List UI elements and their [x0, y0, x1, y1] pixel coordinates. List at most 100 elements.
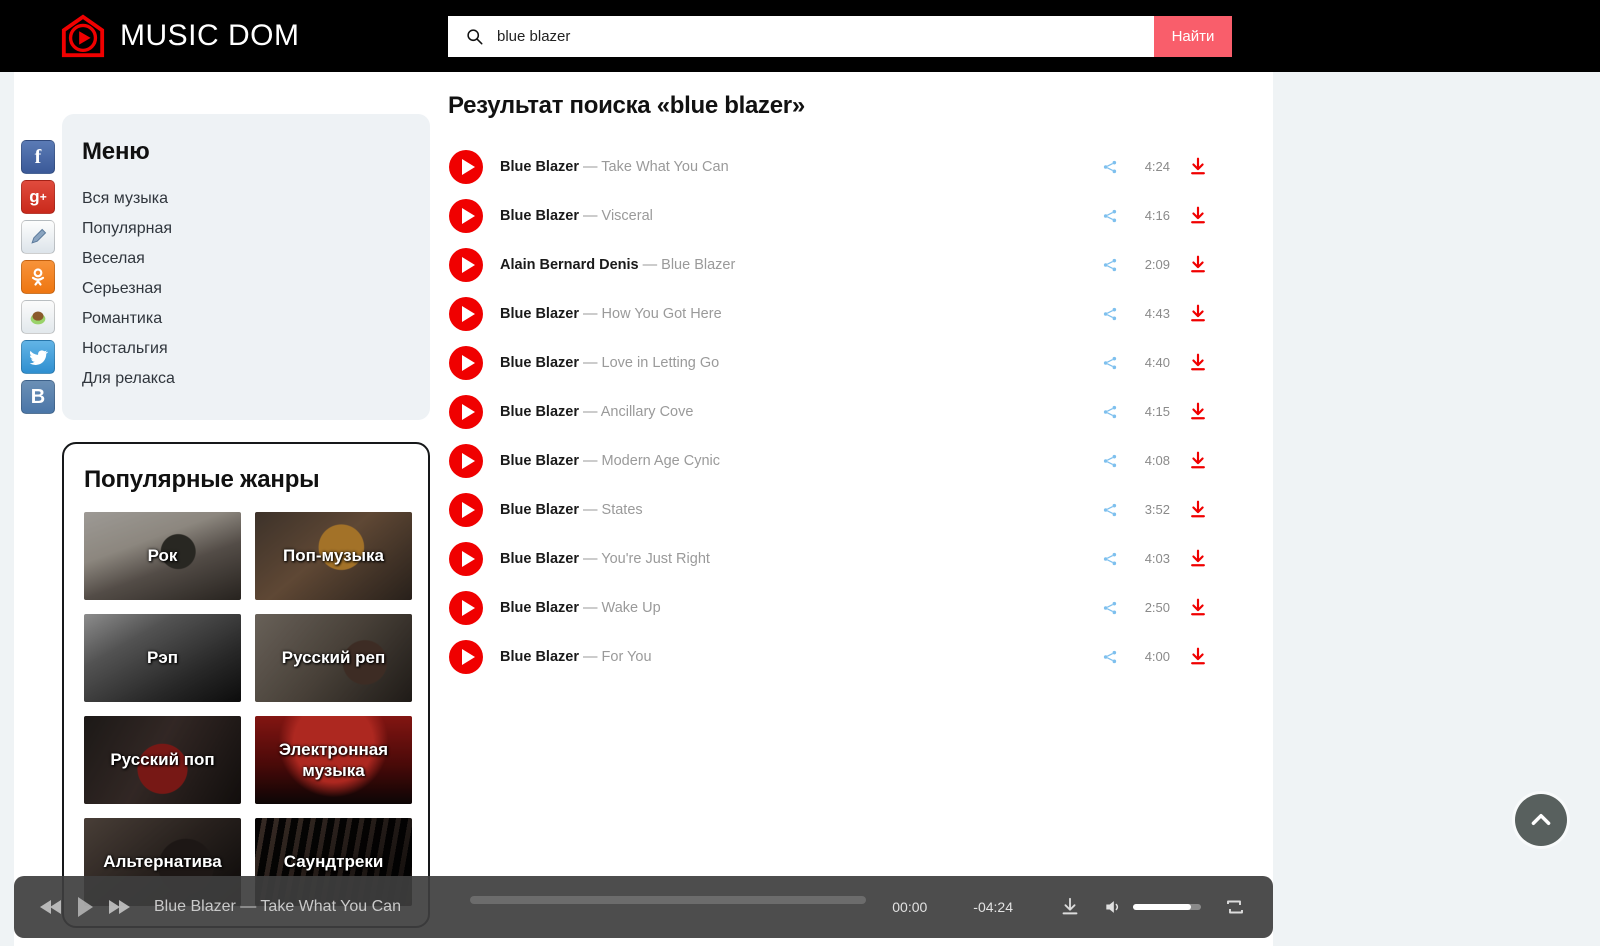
- sidebar-item-serious[interactable]: Серьезная: [62, 274, 430, 304]
- repeat-icon[interactable]: [1223, 895, 1247, 919]
- download-track-icon[interactable]: [1188, 254, 1208, 276]
- share-icon[interactable]: [1102, 649, 1118, 665]
- track-row[interactable]: Blue Blazer — States 3:52: [448, 485, 1208, 534]
- vkontakte-icon[interactable]: B: [21, 380, 55, 414]
- share-icon[interactable]: [1102, 208, 1118, 224]
- play-track-button[interactable]: [448, 639, 484, 675]
- player-right-controls: [1059, 895, 1247, 919]
- share-icon[interactable]: [1102, 600, 1118, 616]
- genre-tile-russian-rap[interactable]: Русский реп: [255, 614, 412, 702]
- social-share-rail: f g + B: [21, 140, 55, 414]
- sidebar-item-nostalgia[interactable]: Ностальгия: [62, 334, 430, 364]
- audio-player-bar: Blue Blazer — Take What You Can 00:00 -0…: [14, 876, 1273, 938]
- play-icon[interactable]: [74, 894, 96, 920]
- track-title: Blue Blazer — Wake Up: [500, 599, 661, 616]
- play-track-button[interactable]: [448, 443, 484, 479]
- share-icon[interactable]: [1102, 355, 1118, 371]
- genre-grid: Рок Поп-музыка Рэп Русский реп Русский п…: [64, 512, 428, 906]
- page-root: MUSIC DOM Найти f g+: [0, 0, 1600, 946]
- track-row[interactable]: Alain Bernard Denis — Blue Blazer 2:09: [448, 240, 1208, 289]
- share-icon[interactable]: [1102, 502, 1118, 518]
- previous-icon[interactable]: [38, 897, 64, 917]
- volume-icon[interactable]: [1103, 897, 1123, 917]
- share-icon[interactable]: [1102, 453, 1118, 469]
- sidebar-item-popular[interactable]: Популярная: [62, 214, 430, 244]
- track-row[interactable]: Blue Blazer — Wake Up 2:50: [448, 583, 1208, 632]
- search-icon: [467, 29, 483, 45]
- menu-title: Меню: [82, 138, 150, 165]
- sidebar-item-relax[interactable]: Для релакса: [62, 364, 430, 394]
- download-track-icon[interactable]: [1188, 646, 1208, 668]
- share-icon[interactable]: [1102, 551, 1118, 567]
- liveinternet-icon[interactable]: [21, 300, 55, 334]
- genre-label: Поп-музыка: [282, 546, 385, 566]
- search-submit-button[interactable]: Найти: [1154, 16, 1232, 57]
- download-track-icon[interactable]: [1188, 156, 1208, 178]
- odnoklassniki-icon[interactable]: [21, 260, 55, 294]
- track-duration: 4:40: [1144, 355, 1170, 370]
- facebook-icon[interactable]: f: [21, 140, 55, 174]
- track-row[interactable]: Blue Blazer — Love in Letting Go 4:40: [448, 338, 1208, 387]
- genre-label: Электронная музыка: [278, 739, 389, 780]
- share-icon[interactable]: [1102, 306, 1118, 322]
- next-icon[interactable]: [106, 897, 132, 917]
- sidebar-item-all-music[interactable]: Вся музыка: [62, 184, 430, 214]
- sidebar-item-cheerful[interactable]: Веселая: [62, 244, 430, 274]
- time-remaining: -04:24: [973, 899, 1013, 915]
- search-input[interactable]: [497, 16, 1154, 57]
- scroll-to-top-button[interactable]: [1515, 794, 1567, 846]
- download-track-icon[interactable]: [1188, 352, 1208, 374]
- track-row[interactable]: Blue Blazer — Modern Age Cynic 4:08: [448, 436, 1208, 485]
- download-track-icon[interactable]: [1188, 548, 1208, 570]
- track-row[interactable]: Blue Blazer — Visceral 4:16: [448, 191, 1208, 240]
- site-logo[interactable]: MUSIC DOM: [60, 13, 300, 59]
- play-track-button[interactable]: [448, 198, 484, 234]
- play-track-button[interactable]: [448, 247, 484, 283]
- track-row[interactable]: Blue Blazer — You're Just Right 4:03: [448, 534, 1208, 583]
- play-track-button[interactable]: [448, 590, 484, 626]
- twitter-icon[interactable]: [21, 340, 55, 374]
- genre-label: Русский реп: [281, 648, 386, 668]
- site-header: MUSIC DOM Найти: [0, 0, 1600, 72]
- sidebar-item-romantic[interactable]: Романтика: [62, 304, 430, 334]
- play-track-button[interactable]: [448, 394, 484, 430]
- download-track-icon[interactable]: [1188, 205, 1208, 227]
- page-title: Результат поиска «blue blazer»: [448, 92, 805, 119]
- download-track-icon[interactable]: [1188, 597, 1208, 619]
- track-duration: 2:50: [1144, 600, 1170, 615]
- time-elapsed: 00:00: [892, 899, 928, 915]
- house-play-logo-icon: [61, 14, 105, 58]
- track-duration: 3:52: [1144, 502, 1170, 517]
- play-track-button[interactable]: [448, 345, 484, 381]
- genre-tile-rock[interactable]: Рок: [84, 512, 241, 600]
- download-track-icon[interactable]: [1188, 401, 1208, 423]
- download-track-icon[interactable]: [1188, 499, 1208, 521]
- track-artist: Blue Blazer: [500, 550, 579, 567]
- genre-label: Рок: [147, 546, 178, 566]
- genre-tile-russian-pop[interactable]: Русский поп: [84, 716, 241, 804]
- share-icon[interactable]: [1102, 404, 1118, 420]
- share-icon[interactable]: [1102, 257, 1118, 273]
- genre-tile-pop[interactable]: Поп-музыка: [255, 512, 412, 600]
- share-icon[interactable]: [1102, 159, 1118, 175]
- player-progress-bar[interactable]: [470, 896, 867, 904]
- track-row[interactable]: Blue Blazer — How You Got Here 4:43: [448, 289, 1208, 338]
- play-track-button[interactable]: [448, 492, 484, 528]
- track-row[interactable]: Blue Blazer — Take What You Can 4:24: [448, 142, 1208, 191]
- track-artist: Blue Blazer: [500, 501, 579, 518]
- track-row[interactable]: Blue Blazer — For You 4:00: [448, 632, 1208, 681]
- download-track-icon[interactable]: [1188, 450, 1208, 472]
- genre-tile-rap[interactable]: Рэп: [84, 614, 241, 702]
- genre-tile-electronic[interactable]: Электронная музыка: [255, 716, 412, 804]
- google-plus-icon[interactable]: g +: [21, 180, 55, 214]
- play-track-button[interactable]: [448, 296, 484, 332]
- play-track-button[interactable]: [448, 541, 484, 577]
- download-icon[interactable]: [1059, 896, 1081, 918]
- genre-label: Саундтреки: [283, 852, 384, 872]
- volume-slider[interactable]: [1133, 904, 1201, 910]
- play-track-button[interactable]: [448, 149, 484, 185]
- track-title: Blue Blazer — Love in Letting Go: [500, 354, 720, 371]
- download-track-icon[interactable]: [1188, 303, 1208, 325]
- track-row[interactable]: Blue Blazer — Ancillary Cove 4:15: [448, 387, 1208, 436]
- livejournal-icon[interactable]: [21, 220, 55, 254]
